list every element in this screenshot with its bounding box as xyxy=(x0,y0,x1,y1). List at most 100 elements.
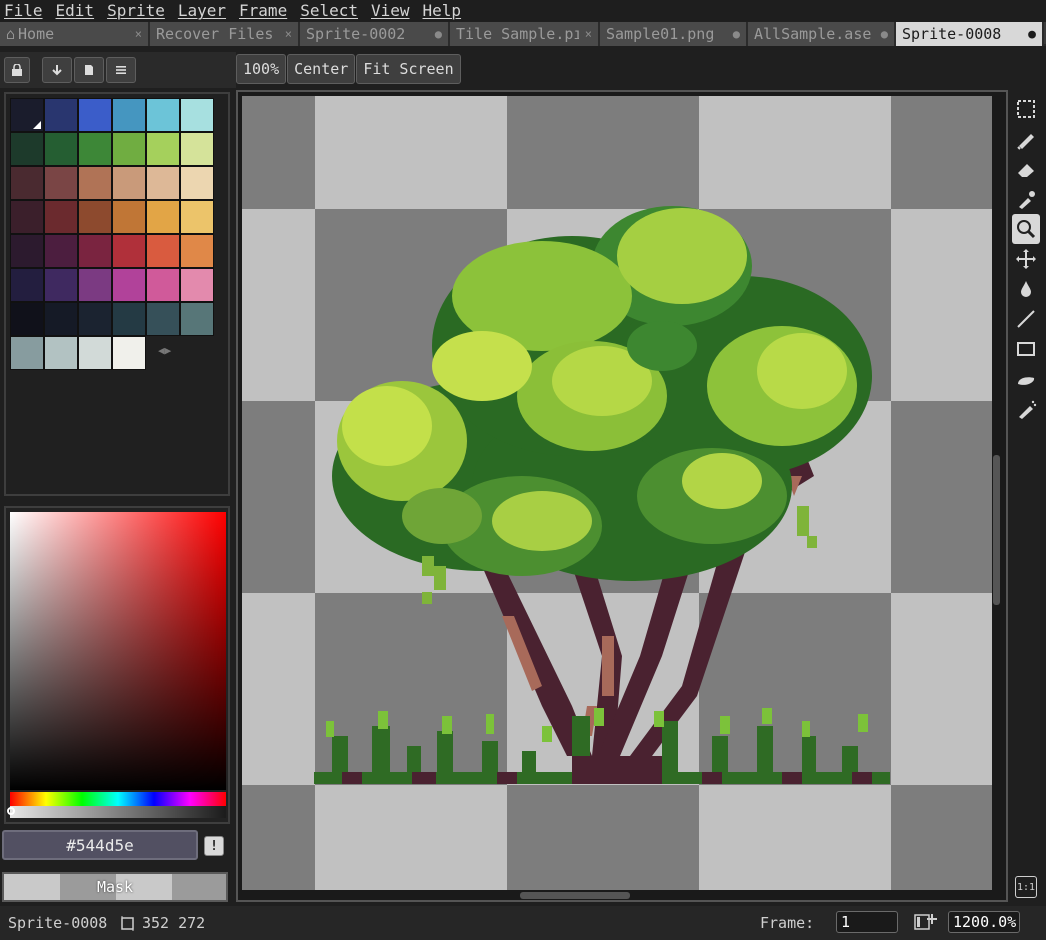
menu-select[interactable]: Select xyxy=(296,0,367,21)
palette-swatch[interactable] xyxy=(78,200,112,234)
palette-swatch[interactable] xyxy=(112,166,146,200)
menu-view[interactable]: View xyxy=(367,0,419,21)
close-tab-icon[interactable]: × xyxy=(585,27,592,41)
menu-frame[interactable]: Frame xyxy=(235,0,296,21)
palette-swatch[interactable] xyxy=(146,268,180,302)
hue-slider[interactable] xyxy=(10,792,226,806)
tab-recover-files[interactable]: Recover Files × xyxy=(150,22,300,46)
palette-swatch[interactable] xyxy=(146,234,180,268)
spray-icon[interactable] xyxy=(1012,394,1040,424)
palette-swatch[interactable] xyxy=(180,268,214,302)
palette-swatch[interactable] xyxy=(112,302,146,336)
palette-swatch[interactable] xyxy=(10,234,44,268)
palette-swatch[interactable] xyxy=(112,268,146,302)
center-button[interactable]: Center xyxy=(287,54,356,84)
palette-swatch[interactable] xyxy=(10,302,44,336)
palette-swatch[interactable] xyxy=(44,268,78,302)
tree-sprite-image[interactable] xyxy=(242,96,992,890)
tab-tile-sample-p-[interactable]: Tile Sample.pı × xyxy=(450,22,600,46)
alpha-knob[interactable] xyxy=(7,807,15,815)
modified-dot-icon[interactable]: ● xyxy=(881,27,888,41)
palette-swatch[interactable] xyxy=(10,98,44,132)
palette-swatch[interactable] xyxy=(146,302,180,336)
fit-screen-button[interactable]: Fit Screen xyxy=(356,54,461,84)
zoom-icon[interactable] xyxy=(1012,214,1040,244)
palette-swatch[interactable] xyxy=(10,268,44,302)
warning-icon[interactable]: ! xyxy=(204,836,224,856)
line-icon[interactable] xyxy=(1012,304,1040,334)
palette-swatch[interactable] xyxy=(112,200,146,234)
palette-swatch[interactable] xyxy=(78,234,112,268)
alpha-slider[interactable] xyxy=(10,806,226,818)
vertical-scrollbar[interactable] xyxy=(993,455,1000,605)
rectangle-icon[interactable] xyxy=(1012,334,1040,364)
palette-swatch[interactable] xyxy=(78,132,112,166)
palette-swatch[interactable] xyxy=(44,302,78,336)
palette-swatch[interactable] xyxy=(180,98,214,132)
sprite-canvas[interactable] xyxy=(236,90,1008,902)
menu-sprite[interactable]: Sprite xyxy=(103,0,174,21)
marquee-icon[interactable] xyxy=(1012,94,1040,124)
palette-swatch[interactable] xyxy=(146,132,180,166)
eyedropper-icon[interactable] xyxy=(1012,184,1040,214)
frame-input[interactable]: 1 xyxy=(836,911,898,933)
download-icon[interactable] xyxy=(42,57,72,83)
menu-edit[interactable]: Edit xyxy=(52,0,104,21)
palette-swatch[interactable] xyxy=(112,132,146,166)
pencil-icon[interactable] xyxy=(1012,124,1040,154)
tab-sprite-0008[interactable]: Sprite-0008 ● xyxy=(896,22,1044,46)
tab-sample01-png[interactable]: Sample01.png ● xyxy=(600,22,748,46)
options-icon[interactable] xyxy=(106,57,136,83)
palette-swatch[interactable] xyxy=(10,336,44,370)
palette-resize-icon[interactable]: ◀▶ xyxy=(158,344,171,357)
palette-swatch[interactable] xyxy=(44,98,78,132)
palette-swatch[interactable] xyxy=(146,166,180,200)
close-tab-icon[interactable]: × xyxy=(285,27,292,41)
palette-swatch[interactable] xyxy=(146,200,180,234)
palette-swatch[interactable] xyxy=(10,132,44,166)
palette-swatch[interactable] xyxy=(44,234,78,268)
page-icon[interactable] xyxy=(74,57,104,83)
menu-help[interactable]: Help xyxy=(419,0,471,21)
palette-swatch[interactable] xyxy=(112,336,146,370)
palette-swatch[interactable] xyxy=(78,268,112,302)
eraser-icon[interactable] xyxy=(1012,154,1040,184)
palette-swatch[interactable] xyxy=(146,98,180,132)
modified-dot-icon[interactable]: ● xyxy=(1028,27,1036,42)
palette-swatch[interactable] xyxy=(44,166,78,200)
palette-swatch[interactable] xyxy=(10,166,44,200)
lock-icon[interactable] xyxy=(4,57,30,83)
close-tab-icon[interactable]: × xyxy=(135,27,142,41)
palette-swatch[interactable] xyxy=(78,166,112,200)
tab-home[interactable]: ⌂ Home × xyxy=(0,22,150,46)
palette-swatch[interactable] xyxy=(180,234,214,268)
mask-color-button[interactable]: Mask xyxy=(2,872,228,902)
palette-swatch[interactable] xyxy=(44,132,78,166)
palette-swatch[interactable] xyxy=(44,200,78,234)
horizontal-scrollbar[interactable] xyxy=(520,892,630,899)
modified-dot-icon[interactable]: ● xyxy=(733,27,740,41)
zoom-100-button[interactable]: 100% xyxy=(236,54,287,84)
palette-swatch[interactable] xyxy=(180,166,214,200)
hex-color-field[interactable]: #544d5e xyxy=(2,830,198,860)
tab-sprite-0002[interactable]: Sprite-0002 ● xyxy=(300,22,450,46)
modified-dot-icon[interactable]: ● xyxy=(435,27,442,41)
palette-swatch[interactable] xyxy=(44,336,78,370)
zoom-field[interactable]: 1200.0% xyxy=(948,911,1020,933)
palette-swatch[interactable] xyxy=(180,132,214,166)
blur-icon[interactable] xyxy=(1012,364,1040,394)
one-to-one-button[interactable]: 1:1 xyxy=(1015,876,1037,898)
palette-swatch[interactable] xyxy=(112,98,146,132)
palette-swatch[interactable] xyxy=(10,200,44,234)
tab-allsample-ase[interactable]: AllSample.ase ● xyxy=(748,22,896,46)
menu-layer[interactable]: Layer xyxy=(174,0,235,21)
palette-swatch[interactable] xyxy=(180,200,214,234)
palette-swatch[interactable] xyxy=(180,302,214,336)
new-frame-icon[interactable] xyxy=(914,912,938,936)
saturation-value-field[interactable] xyxy=(10,512,226,790)
paint-bucket-icon[interactable] xyxy=(1012,274,1040,304)
move-icon[interactable] xyxy=(1012,244,1040,274)
menu-file[interactable]: File xyxy=(0,0,52,21)
palette-swatch[interactable] xyxy=(78,336,112,370)
palette-swatch[interactable] xyxy=(78,302,112,336)
